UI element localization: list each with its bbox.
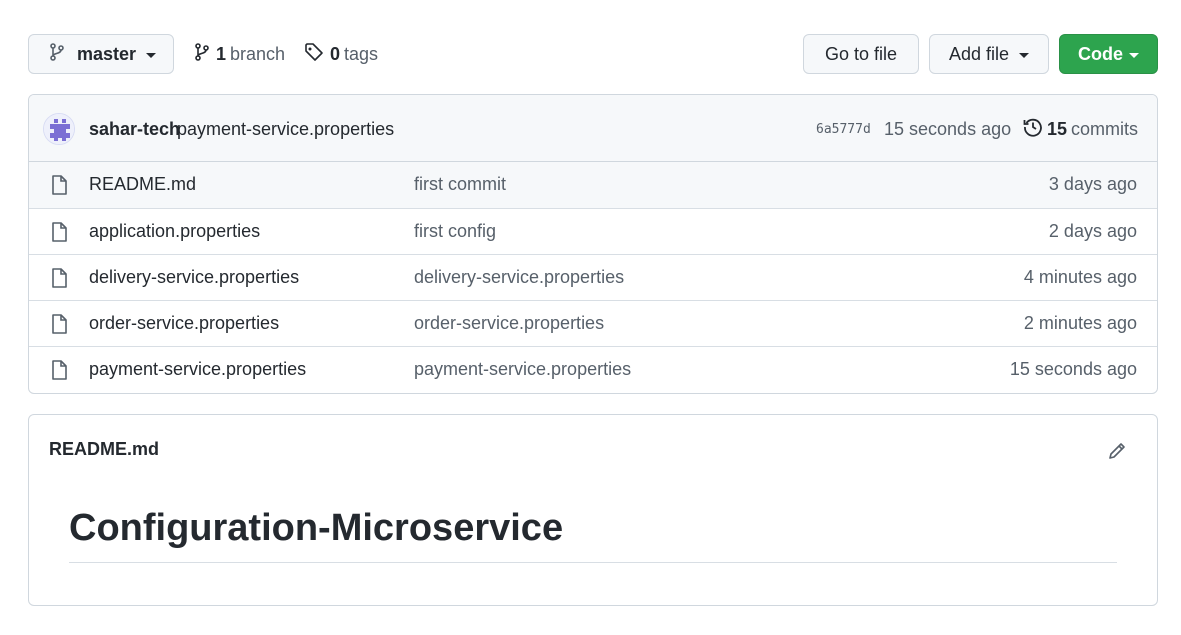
branch-count: 1 <box>216 43 227 64</box>
chevron-down-icon <box>146 52 157 58</box>
file-icon <box>51 360 67 385</box>
history-icon <box>1023 117 1043 142</box>
latest-commit-bar: sahar-tech payment-service.properties 6a… <box>29 95 1157 162</box>
file-commit-time: 2 minutes ago <box>1023 313 1137 333</box>
git-branch-icon <box>194 42 210 66</box>
file-icon <box>51 175 67 200</box>
file-name-link[interactable]: delivery-service.properties <box>89 267 299 288</box>
readme-panel: README.md Configuration-Microservice <box>28 414 1158 606</box>
chevron-down-icon <box>1129 52 1139 58</box>
file-commit-message-link[interactable]: delivery-service.properties <box>414 267 624 288</box>
readme-heading: Configuration-Microservice <box>69 507 1117 563</box>
file-name-link[interactable]: README.md <box>89 174 196 195</box>
git-branch-icon <box>49 42 65 66</box>
file-commit-time: 15 seconds ago <box>1009 359 1137 379</box>
tag-label: tags <box>344 43 379 64</box>
file-name-link[interactable]: payment-service.properties <box>89 359 306 380</box>
file-icon <box>51 268 67 293</box>
avatar[interactable] <box>43 113 75 145</box>
file-icon <box>51 314 67 339</box>
chevron-down-icon <box>1019 52 1030 58</box>
commit-count: 15 <box>1047 119 1068 139</box>
tag-count: 0 <box>330 43 341 64</box>
go-to-file-button[interactable]: Go to file <box>803 34 919 74</box>
branch-name: master <box>77 43 137 64</box>
file-commit-message-link[interactable]: first commit <box>414 174 506 195</box>
file-row[interactable]: application.properties first config 2 da… <box>29 208 1157 254</box>
commits-history-link[interactable]: 15 commits <box>1023 117 1138 142</box>
file-name-link[interactable]: application.properties <box>89 221 260 242</box>
file-row[interactable]: order-service.properties order-service.p… <box>29 300 1157 346</box>
file-browser: sahar-tech payment-service.properties 6a… <box>28 94 1158 394</box>
tag-icon <box>304 42 324 67</box>
file-commit-message-link[interactable]: first config <box>414 221 496 242</box>
file-name-link[interactable]: order-service.properties <box>89 313 279 334</box>
branch-select-button[interactable]: master <box>28 34 174 74</box>
add-file-button[interactable]: Add file <box>929 34 1049 74</box>
file-row[interactable]: payment-service.properties payment-servi… <box>29 346 1157 392</box>
file-row[interactable]: delivery-service.properties delivery-ser… <box>29 254 1157 300</box>
file-commit-time: 4 minutes ago <box>1023 267 1137 287</box>
tags-link[interactable]: 0 tags <box>304 34 378 74</box>
file-commit-time: 3 days ago <box>1048 174 1137 194</box>
file-commit-time: 2 days ago <box>1048 221 1137 241</box>
commit-sha-link[interactable]: 6a5777d <box>816 122 871 137</box>
code-label: Code <box>1078 43 1123 64</box>
pencil-icon[interactable] <box>1107 441 1127 466</box>
commit-count-label: commits <box>1071 119 1139 139</box>
repo-toolbar: master 1 branch 0 tags Go to file Add fi… <box>28 34 1158 74</box>
branch-label: branch <box>230 43 286 64</box>
branches-link[interactable]: 1 branch <box>194 34 285 74</box>
commit-author-link[interactable]: sahar-tech <box>89 119 180 140</box>
add-file-label: Add file <box>948 43 1010 64</box>
readme-filename-link[interactable]: README.md <box>49 439 159 460</box>
code-button[interactable]: Code <box>1059 34 1158 74</box>
file-commit-message-link[interactable]: order-service.properties <box>414 313 604 334</box>
commit-message-link[interactable]: payment-service.properties <box>177 119 394 140</box>
file-commit-message-link[interactable]: payment-service.properties <box>414 359 631 380</box>
file-row[interactable]: README.md first commit 3 days ago <box>29 162 1157 208</box>
file-icon <box>51 222 67 247</box>
commit-time: 15 seconds ago <box>884 119 1012 139</box>
